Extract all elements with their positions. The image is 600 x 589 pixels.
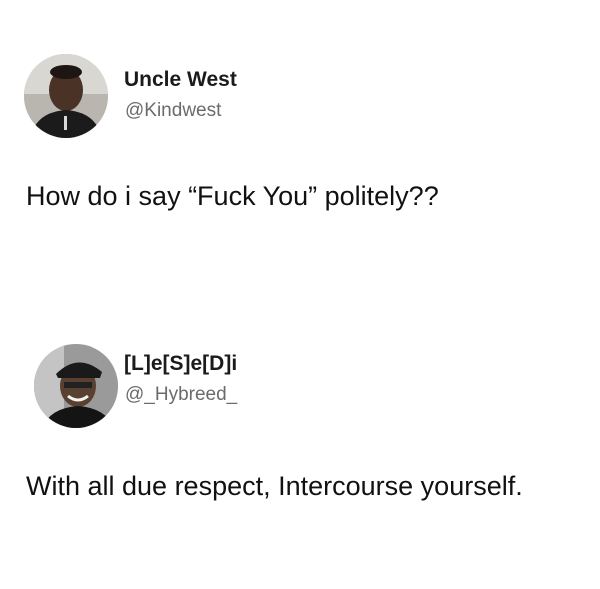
avatar[interactable] (24, 54, 108, 138)
display-name[interactable]: [L]e[S]e[D]i (124, 352, 237, 376)
user-handle[interactable]: @_Hybreed_ (125, 384, 237, 406)
tweet: [L]e[S]e[D]i @_Hybreed_ With all due res… (0, 300, 600, 589)
tweet-text: With all due respect, Intercourse yourse… (26, 471, 523, 501)
user-avatar-icon (34, 344, 118, 428)
avatar[interactable] (34, 344, 118, 428)
tweet-text: How do i say “Fuck You” politely?? (26, 181, 439, 211)
user-avatar-icon (24, 54, 108, 138)
tweet: Uncle West @Kindwest How do i say “Fuck … (0, 0, 600, 270)
user-handle[interactable]: @Kindwest (125, 100, 221, 122)
display-name[interactable]: Uncle West (124, 68, 237, 92)
